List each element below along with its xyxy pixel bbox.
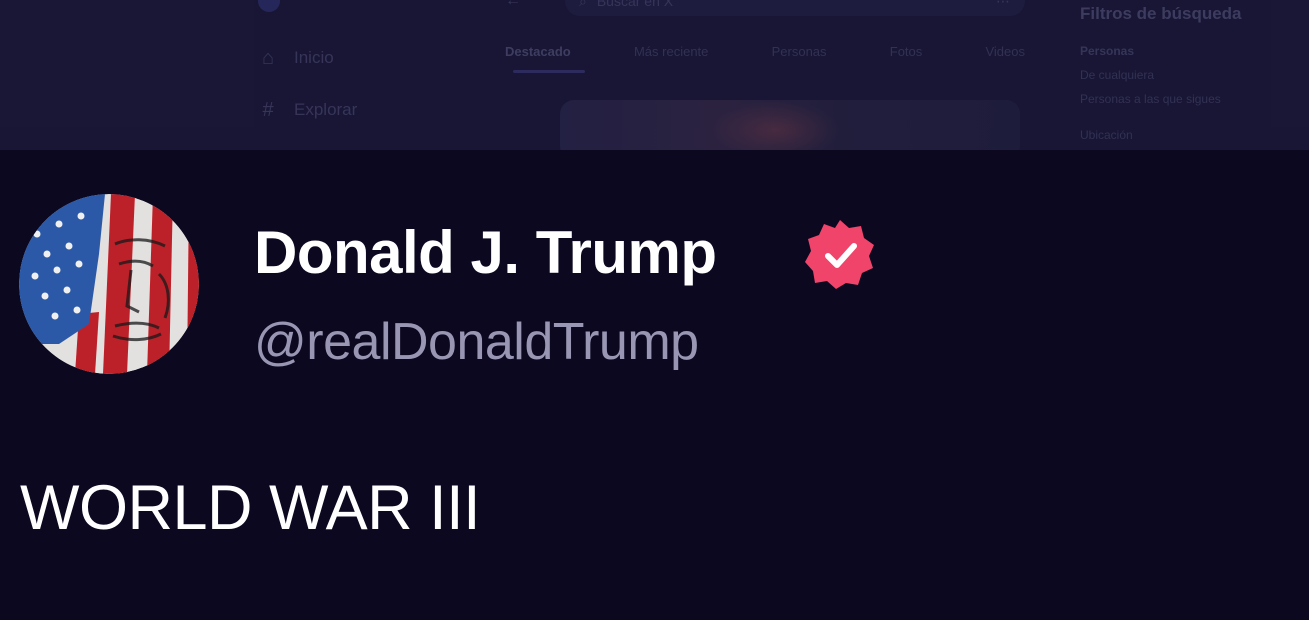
user-handle[interactable]: @realDonaldTrump bbox=[254, 310, 699, 374]
hashtag-icon: # bbox=[262, 99, 274, 121]
search-tabs: Destacado Más reciente Personas Fotos Vi… bbox=[505, 44, 1025, 59]
tab-photos[interactable]: Fotos bbox=[890, 44, 923, 59]
filters-location-header: Ubicación bbox=[1080, 128, 1133, 142]
search-input[interactable]: Buscar en X bbox=[597, 0, 673, 9]
nav-explore-label: Explorar bbox=[294, 100, 358, 119]
display-name[interactable]: Donald J. Trump bbox=[254, 218, 717, 288]
tweet-card[interactable]: Donald J. Trump @realDonaldTrump WORLD W… bbox=[0, 150, 1309, 620]
filter-option-following[interactable]: Personas a las que sigues bbox=[1080, 92, 1242, 106]
nav-item-explore[interactable]: # Explorar bbox=[258, 100, 357, 120]
filters-people-header: Personas bbox=[1080, 44, 1135, 58]
avatar[interactable] bbox=[19, 194, 199, 374]
nav-item-home[interactable]: ⌂ Inicio bbox=[258, 48, 334, 68]
tweet-text: WORLD WAR III bbox=[20, 473, 481, 543]
search-icon: ⌕ bbox=[579, 0, 587, 9]
screenshot: ⌂ Inicio # Explorar ← ⌕ Buscar en X ⋯ De… bbox=[0, 0, 1309, 620]
media-preview[interactable] bbox=[560, 100, 1020, 150]
tab-people[interactable]: Personas bbox=[772, 44, 827, 59]
search-bar[interactable]: ⌕ Buscar en X ⋯ bbox=[565, 0, 1025, 16]
filters-title: Filtros de búsqueda bbox=[1080, 4, 1242, 23]
search-filters-panel: Filtros de búsqueda Personas De cualquie… bbox=[1080, 4, 1242, 142]
filter-option-anyone[interactable]: De cualquiera bbox=[1080, 68, 1242, 82]
verified-badge-icon bbox=[804, 218, 876, 290]
home-icon: ⌂ bbox=[261, 47, 275, 69]
active-tab-indicator bbox=[513, 70, 585, 73]
more-icon[interactable]: ⋯ bbox=[996, 0, 1011, 10]
background-search-page: ⌂ Inicio # Explorar ← ⌕ Buscar en X ⋯ De… bbox=[0, 0, 1309, 150]
nav-home-label: Inicio bbox=[294, 48, 334, 67]
tab-videos[interactable]: Videos bbox=[985, 44, 1025, 59]
tab-latest[interactable]: Más reciente bbox=[634, 44, 708, 59]
x-logo-icon[interactable] bbox=[258, 0, 280, 12]
tab-featured[interactable]: Destacado bbox=[505, 44, 571, 59]
back-arrow-icon[interactable]: ← bbox=[505, 0, 521, 10]
